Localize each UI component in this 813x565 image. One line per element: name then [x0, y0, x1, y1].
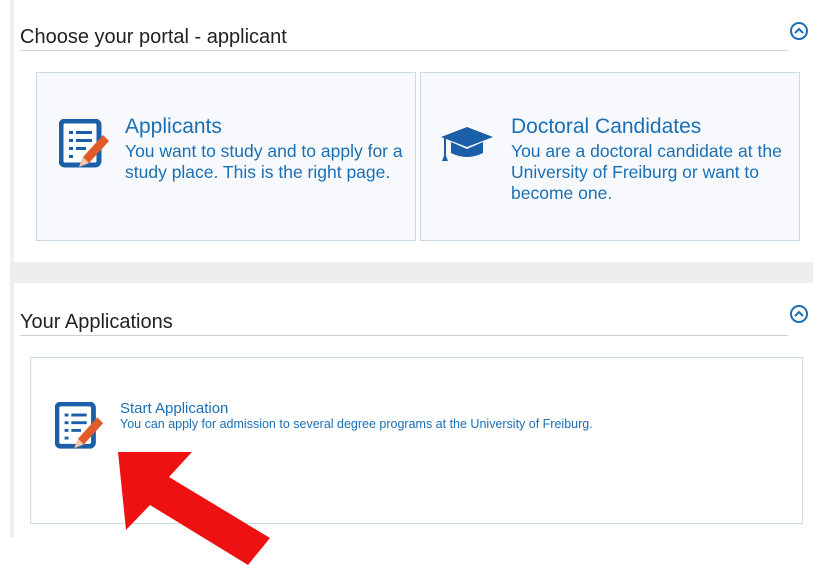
card-description: You want to study and to apply for a stu…: [125, 141, 403, 182]
applications-section-title: Your Applications: [20, 311, 173, 333]
portal-card-applicants[interactable]: Applicants You want to study and to appl…: [36, 72, 416, 241]
section-separator: [10, 262, 813, 283]
card-description: You can apply for admission to several d…: [120, 417, 593, 431]
title-divider: [20, 50, 788, 51]
start-application-link[interactable]: Start Application: [120, 400, 228, 417]
applications-section: Your Applications Start Application You …: [10, 283, 813, 538]
card-description: You are a doctoral candidate at the Univ…: [511, 141, 782, 203]
portal-section: Choose your portal - applicant Applicant…: [10, 0, 813, 262]
collapse-portal-icon[interactable]: [790, 22, 808, 40]
application-form-icon: [55, 402, 104, 449]
section-left-border: [10, 283, 14, 538]
portal-section-title: Choose your portal - applicant: [20, 26, 287, 48]
card-title: Applicants: [125, 115, 222, 138]
collapse-applications-icon[interactable]: [790, 305, 808, 323]
application-form-icon: [59, 119, 109, 168]
title-divider: [20, 335, 788, 336]
portal-card-doctoral-candidates[interactable]: Doctoral Candidates You are a doctoral c…: [420, 72, 800, 241]
graduation-cap-icon: [441, 127, 493, 161]
card-title: Doctoral Candidates: [511, 115, 702, 138]
start-application-card[interactable]: Start Application You can apply for admi…: [30, 357, 803, 524]
section-left-border: [10, 0, 14, 262]
